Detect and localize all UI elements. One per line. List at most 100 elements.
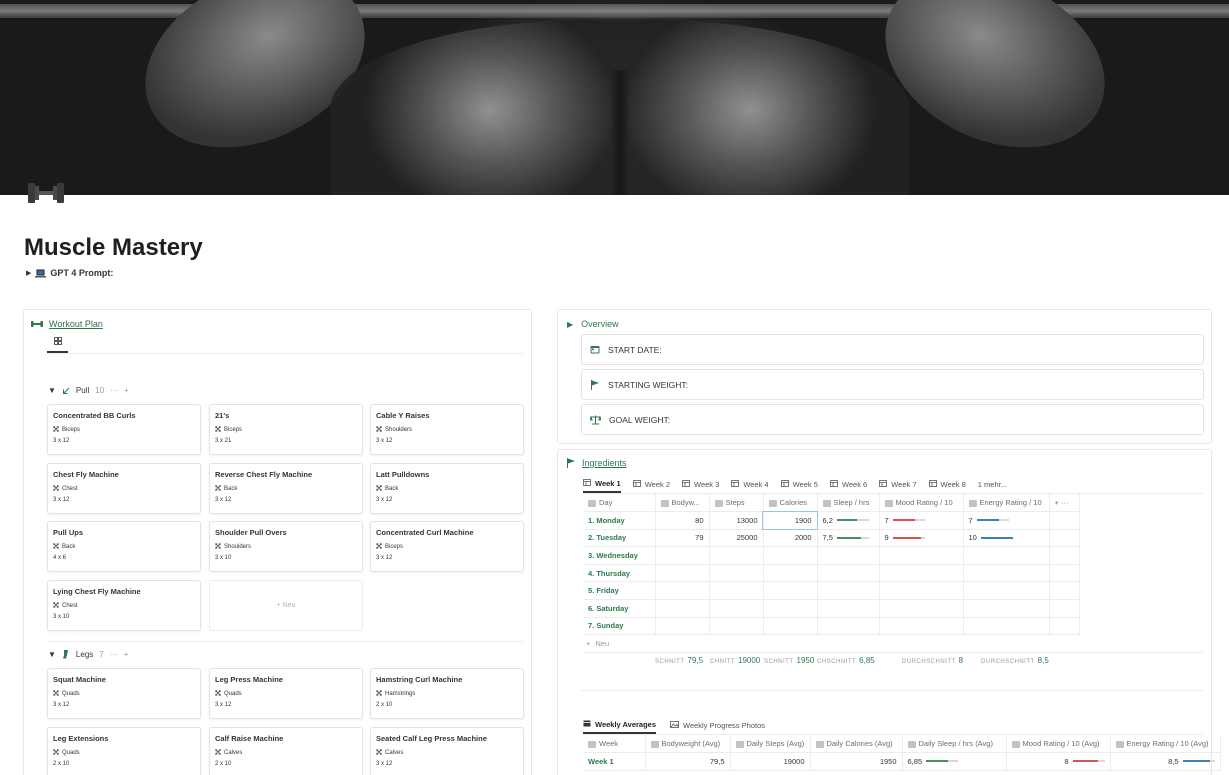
energy-cell[interactable] [963, 564, 1050, 583]
collapse-triangle-icon[interactable]: ▼ [48, 650, 56, 659]
steps-cell[interactable] [709, 546, 764, 565]
tab-week-6[interactable]: Week 6 [830, 475, 867, 493]
table-row[interactable]: 3. Wednesday [583, 546, 1080, 565]
bodyweight-cell[interactable] [655, 617, 710, 636]
exercise-card[interactable]: Hamstring Curl Machine Hamstrings 2 x 10 [370, 668, 524, 719]
table-row[interactable]: 5. Friday [583, 581, 1080, 601]
sleep-cell[interactable] [817, 581, 880, 601]
day-cell[interactable]: 2. Tuesday [583, 529, 656, 548]
day-cell[interactable]: 6. Saturday [583, 599, 656, 618]
column-header[interactable]: Daily Calories (Avg) [810, 735, 903, 754]
column-header[interactable]: Mood Rating / 10 [879, 494, 964, 513]
bodyweight-cell[interactable]: 79 [655, 529, 710, 548]
rating-cell[interactable]: 8 [1006, 752, 1111, 771]
rating-cell[interactable]: 6,85 [902, 752, 1007, 771]
bodyweight-cell[interactable] [655, 599, 710, 618]
steps-cell[interactable]: 25000 [709, 529, 764, 548]
table-row[interactable]: 6. Saturday [583, 599, 1080, 618]
calories-cell[interactable] [763, 564, 818, 583]
tab-week-7[interactable]: Week 7 [879, 475, 917, 493]
energy-cell[interactable] [963, 581, 1050, 601]
tab-weekly-averages[interactable]: Weekly Averages [583, 716, 657, 734]
exercise-card[interactable]: Concentrated Curl Machine Biceps 3 x 12 [370, 521, 524, 573]
add-column-button[interactable]: + ··· [1049, 494, 1080, 513]
calories-cell[interactable] [763, 546, 818, 565]
table-row[interactable]: 4. Thursday [583, 564, 1080, 583]
week-cell[interactable]: Week 1 [583, 752, 646, 771]
column-average[interactable]: SCHNITT 1950 [764, 656, 814, 665]
day-cell[interactable]: 3. Wednesday [583, 546, 656, 565]
column-header[interactable]: Energy Rating / 10 (Avg) [1110, 735, 1221, 754]
steps-cell[interactable] [709, 581, 764, 601]
day-cell[interactable]: 4. Thursday [583, 564, 656, 583]
rating-cell[interactable]: 7 [963, 511, 1050, 530]
column-header[interactable]: Sleep / hrs [817, 494, 880, 513]
column-header[interactable]: Day [583, 494, 656, 513]
steps-cell[interactable]: 13000 [709, 511, 764, 530]
day-cell[interactable]: 1. Monday [583, 511, 656, 530]
exercise-card[interactable]: Cable Y Raises Shoulders 3 x 12 [370, 404, 524, 455]
table-row[interactable]: 1. Monday 80 13000 1900 6,2 7 7 [583, 510, 1080, 531]
day-cell[interactable]: 7. Sunday [583, 617, 656, 636]
toggle-triangle-icon[interactable]: ▶ [567, 320, 573, 329]
exercise-card[interactable]: Concentrated BB Curls Biceps 3 x 12 [47, 404, 201, 455]
exercise-card[interactable]: 21's Biceps 3 x 21 [209, 404, 363, 455]
exercise-card[interactable]: Shoulder Pull Overs Shoulders 3 x 10 [209, 521, 363, 573]
exercise-card[interactable]: Lying Chest Fly Machine Chest 3 x 10 [47, 580, 201, 632]
ingredients-link[interactable]: Ingredients [566, 458, 627, 468]
day-cell[interactable]: 5. Friday [583, 581, 656, 601]
workout-plan-link[interactable]: Workout Plan [31, 319, 103, 329]
overview-toggle[interactable]: ▶ Overview [567, 319, 619, 329]
mood-cell[interactable] [879, 581, 964, 601]
table-row[interactable]: 7. Sunday [583, 617, 1080, 636]
sleep-cell[interactable] [817, 564, 880, 583]
column-header[interactable]: Energy Rating / 10 [963, 494, 1050, 513]
avg-calories-cell[interactable]: 1950 [810, 752, 903, 771]
tab-week-8[interactable]: Week 8 [928, 475, 966, 493]
collapse-triangle-icon[interactable]: ▼ [48, 386, 56, 395]
mood-cell[interactable] [879, 599, 964, 618]
energy-cell[interactable] [963, 546, 1050, 565]
column-average[interactable]: CHSCHNITT 6,85 [817, 656, 875, 665]
column-header[interactable]: Daily Sleep / hrs (Avg) [902, 735, 1007, 754]
calories-cell[interactable] [763, 599, 818, 618]
exercise-card[interactable]: Leg Press Machine Quads 3 x 12 [209, 668, 363, 719]
column-average[interactable]: DURCHSCHNITT 8 [902, 656, 963, 665]
rating-cell[interactable]: 6,2 [817, 511, 880, 530]
rating-cell[interactable]: 8,5 [1110, 752, 1221, 771]
tab-week-1[interactable]: Week 1 [583, 475, 621, 493]
toggle-triangle-icon[interactable]: ▶ [26, 269, 31, 277]
column-header[interactable]: Bodyweight (Avg) [645, 735, 731, 754]
calories-cell[interactable] [763, 617, 818, 636]
exercise-card[interactable]: Seated Calf Leg Press Machine Calves 3 x 1… [370, 726, 524, 775]
add-icon[interactable]: + [124, 386, 129, 395]
mood-cell[interactable] [879, 617, 964, 636]
mood-cell[interactable] [879, 564, 964, 583]
exercise-card[interactable]: Calf Raise Machine Calves 2 x 10 [209, 726, 363, 775]
sleep-cell[interactable] [817, 546, 880, 565]
calories-cell[interactable]: 2000 [763, 529, 818, 548]
add-icon[interactable]: + [124, 650, 129, 659]
avg-steps-cell[interactable]: 19000 [730, 752, 811, 771]
energy-cell[interactable] [963, 617, 1050, 636]
group-header-pull[interactable]: ▼ Pull 10 ··· + [48, 386, 129, 395]
sleep-cell[interactable] [817, 617, 880, 636]
tab-week-9[interactable]: 1 mehr... [978, 475, 1007, 493]
exercise-card[interactable]: Squat Machine Quads 3 x 12 [47, 668, 201, 719]
new-card-button[interactable]: + Neu [209, 580, 363, 631]
bodyweight-cell[interactable] [655, 581, 710, 601]
new-row-button[interactable]: + Neu [586, 639, 609, 648]
column-header[interactable]: Daily Steps (Avg) [730, 735, 811, 754]
group-header-legs[interactable]: ▼ Legs 7 ··· + [48, 650, 128, 659]
rating-cell[interactable]: 7 [879, 511, 964, 530]
column-header[interactable]: Week [583, 735, 646, 754]
tab-weekly-photos[interactable]: Weekly Progress Photos [670, 716, 765, 734]
calories-cell[interactable]: 1900 [762, 510, 818, 531]
dumbbell-icon[interactable] [26, 180, 66, 206]
column-header[interactable]: Mood Rating / 10 (Avg) [1006, 735, 1111, 754]
steps-cell[interactable] [709, 617, 764, 636]
rating-cell[interactable]: 9 [879, 529, 964, 548]
exercise-card[interactable]: Leg Extensions Quads 2 x 10 [47, 726, 201, 775]
sleep-cell[interactable] [817, 599, 880, 618]
column-header[interactable]: Bodyw... [655, 494, 710, 513]
